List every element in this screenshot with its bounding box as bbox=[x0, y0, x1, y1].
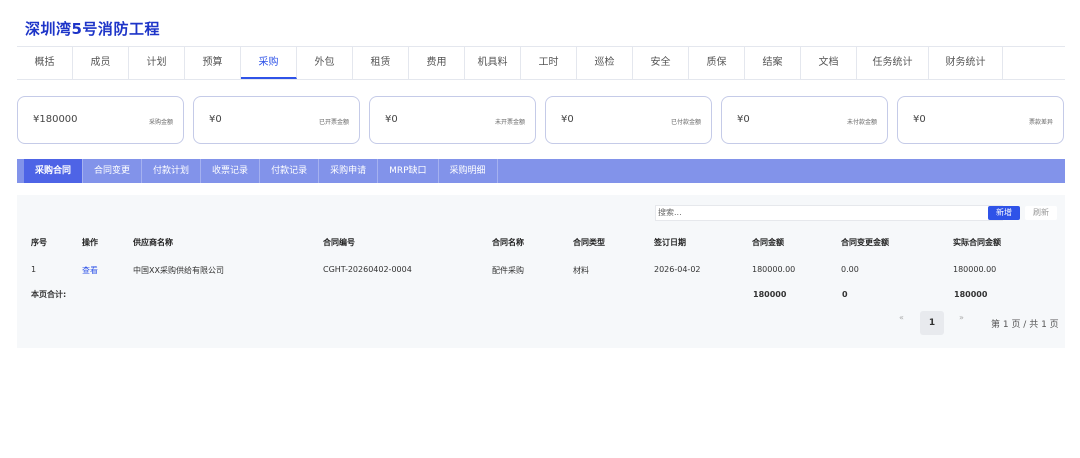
card-label: 未开票金额 bbox=[494, 119, 525, 126]
subtab-contract-changes[interactable]: 合同变更 bbox=[83, 159, 143, 183]
tab-safety[interactable]: 安全 bbox=[633, 47, 689, 79]
card-label: 采购金额 bbox=[148, 119, 173, 126]
tab-procurement[interactable]: 采购 bbox=[241, 47, 297, 79]
tab-closing[interactable]: 结案 bbox=[745, 47, 801, 79]
table-row-cell-contract-name: 配件采购 bbox=[492, 266, 524, 275]
table-row-cell-contract-no: CGHT-20260402-0004 bbox=[323, 265, 412, 274]
next-page-button[interactable]: » bbox=[959, 313, 964, 322]
col-header-actions: 操作 bbox=[82, 238, 98, 247]
card-label: 已开票金额 bbox=[318, 119, 349, 126]
table-row-cell-change-amount: 0.00 bbox=[841, 265, 859, 274]
col-header-index: 序号 bbox=[31, 238, 47, 247]
table-row-cell-actual-amount: 180000.00 bbox=[953, 265, 997, 274]
table-row-cell-contract-amount: 180000.00 bbox=[752, 265, 796, 274]
refresh-button[interactable]: 刷新 bbox=[1025, 206, 1057, 220]
card-invoice-payment-diff: ¥0 票款差异 bbox=[897, 96, 1064, 144]
card-value: ¥0 bbox=[209, 114, 222, 125]
tab-leasing[interactable]: 租赁 bbox=[353, 47, 409, 79]
table-row-cell-contract-type: 材料 bbox=[573, 266, 589, 275]
col-header-change-amount: 合同变更金额 bbox=[841, 238, 889, 247]
page-info: 第 1 页 / 共 1 页 bbox=[991, 320, 1059, 330]
col-header-contract-name: 合同名称 bbox=[492, 238, 524, 247]
project-title: 深圳湾5号消防工程 bbox=[25, 20, 160, 38]
card-procurement-amount: ¥180000 采购金额 bbox=[17, 96, 184, 144]
table-row-cell-sign-date: 2026-04-02 bbox=[654, 265, 701, 274]
tab-hours[interactable]: 工时 bbox=[521, 47, 577, 79]
col-header-contract-type: 合同类型 bbox=[573, 238, 605, 247]
tab-overview[interactable]: 概括 bbox=[17, 47, 73, 79]
card-value: ¥0 bbox=[385, 114, 398, 125]
card-label: 票款差异 bbox=[1028, 119, 1053, 126]
subtab-purchase-requests[interactable]: 采购申请 bbox=[319, 159, 379, 183]
subtab-mrp-gap[interactable]: MRP缺口 bbox=[378, 159, 439, 183]
col-header-sign-date: 签订日期 bbox=[654, 238, 686, 247]
tab-members[interactable]: 成员 bbox=[73, 47, 129, 79]
tab-expenses[interactable]: 费用 bbox=[409, 47, 465, 79]
search-input[interactable]: 搜索... bbox=[655, 205, 1003, 221]
subtab-purchase-contracts[interactable]: 采购合同 bbox=[24, 159, 84, 183]
col-header-contract-no: 合同编号 bbox=[323, 238, 355, 247]
tab-equipment[interactable]: 机具料 bbox=[465, 47, 521, 79]
procurement-subnav: 采购合同 合同变更 付款计划 收票记录 付款记录 采购申请 MRP缺口 采购明细 bbox=[17, 159, 1065, 183]
tab-task-stats[interactable]: 任务统计 bbox=[857, 47, 929, 79]
tab-documents[interactable]: 文档 bbox=[801, 47, 857, 79]
tab-plan[interactable]: 计划 bbox=[129, 47, 185, 79]
tab-finance-stats[interactable]: 财务统计 bbox=[929, 47, 1003, 79]
current-page-button[interactable]: 1 bbox=[920, 311, 944, 335]
subtab-payment-plan[interactable]: 付款计划 bbox=[142, 159, 202, 183]
card-uninvoiced-amount: ¥0 未开票金额 bbox=[369, 96, 536, 144]
page-total-change-amount: 0 bbox=[842, 290, 848, 299]
tab-warranty[interactable]: 质保 bbox=[689, 47, 745, 79]
subtab-payment-records[interactable]: 付款记录 bbox=[260, 159, 320, 183]
col-header-actual-amount: 实际合同金额 bbox=[953, 238, 1001, 247]
col-header-contract-amount: 合同金额 bbox=[752, 238, 784, 247]
page-total-actual-amount: 180000 bbox=[954, 290, 988, 299]
card-value: ¥0 bbox=[561, 114, 574, 125]
tab-budget[interactable]: 预算 bbox=[185, 47, 241, 79]
subtab-purchase-details[interactable]: 采购明细 bbox=[439, 159, 498, 183]
view-link[interactable]: 查看 bbox=[82, 265, 98, 276]
module-tabs: 概括 成员 计划 预算 采购 外包 租赁 费用 机具料 工时 巡检 安全 质保 … bbox=[17, 46, 1065, 80]
tab-outsourcing[interactable]: 外包 bbox=[297, 47, 353, 79]
prev-page-button[interactable]: « bbox=[899, 313, 904, 322]
card-label: 已付款金额 bbox=[670, 119, 701, 126]
card-value: ¥180000 bbox=[33, 114, 78, 125]
card-unpaid-amount: ¥0 未付款金额 bbox=[721, 96, 888, 144]
page-total-label: 本页合计: bbox=[31, 290, 67, 299]
card-paid-amount: ¥0 已付款金额 bbox=[545, 96, 712, 144]
add-button[interactable]: 新增 bbox=[988, 206, 1020, 220]
card-value: ¥0 bbox=[737, 114, 750, 125]
subtab-invoice-records[interactable]: 收票记录 bbox=[201, 159, 261, 183]
page-total-contract-amount: 180000 bbox=[753, 290, 787, 299]
summary-cards: ¥180000 采购金额 ¥0 已开票金额 ¥0 未开票金额 ¥0 已付款金额 … bbox=[17, 96, 1065, 144]
tab-inspection[interactable]: 巡检 bbox=[577, 47, 633, 79]
table-row-cell-index: 1 bbox=[31, 265, 37, 274]
card-value: ¥0 bbox=[913, 114, 926, 125]
col-header-supplier: 供应商名称 bbox=[133, 238, 173, 247]
contracts-panel: 搜索... 新增 刷新 序号 操作 供应商名称 合同编号 合同名称 合同类型 签… bbox=[17, 195, 1065, 348]
card-label: 未付款金额 bbox=[846, 119, 877, 126]
card-invoiced-amount: ¥0 已开票金额 bbox=[193, 96, 360, 144]
table-row-cell-supplier: 中国XX采购供给有限公司 bbox=[133, 266, 224, 275]
